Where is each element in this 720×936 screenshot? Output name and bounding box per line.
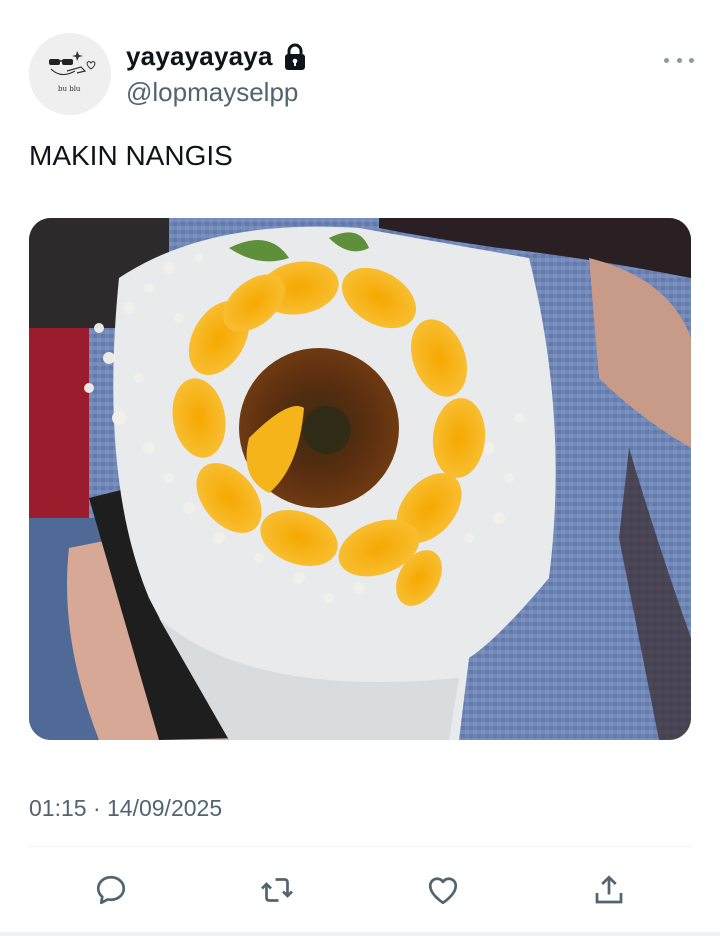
display-name[interactable]: yayayayaya — [126, 41, 273, 72]
author-display-name-row[interactable]: yayayayaya — [126, 41, 307, 72]
avatar-drawing: bu blu — [29, 33, 111, 115]
tweet-media-photo[interactable] — [29, 218, 691, 740]
reply-button[interactable] — [91, 870, 131, 910]
reply-icon — [96, 875, 126, 905]
share-icon — [595, 875, 623, 904]
avatar-caption: bu blu — [58, 85, 81, 93]
tweet-timestamp[interactable]: 01:15 · 14/09/2025 — [29, 795, 222, 822]
retweet-icon — [261, 878, 293, 902]
like-icon — [428, 877, 458, 905]
more-icon[interactable] — [664, 48, 694, 72]
lock-icon — [284, 43, 305, 70]
bottom-divider — [0, 932, 720, 936]
retweet-button[interactable] — [257, 870, 297, 910]
like-button[interactable] — [423, 870, 463, 910]
avatar[interactable]: bu blu — [29, 33, 111, 115]
tweet-text: MAKIN NANGIS — [29, 140, 233, 171]
tweet-actions-bar — [29, 862, 691, 916]
share-button[interactable] — [589, 870, 629, 910]
sunflower-bouquet-photo — [29, 218, 691, 740]
divider — [29, 846, 691, 847]
author-handle[interactable]: @lopmayselpp — [126, 77, 298, 108]
